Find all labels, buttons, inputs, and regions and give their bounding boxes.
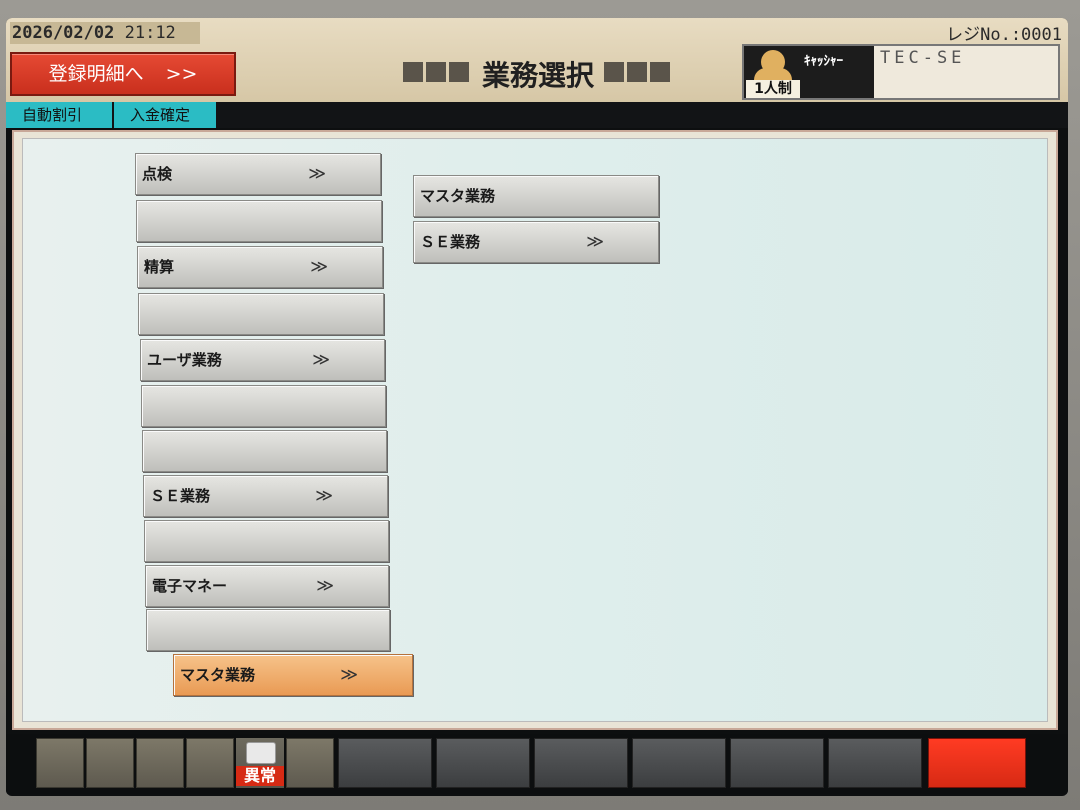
menu-e-money-button[interactable]: 電子マネー ≫ [145,565,389,607]
page-title-area: 業務選択 [378,54,698,94]
menu-empty-button[interactable] [136,200,382,242]
cashier-label: ｷｬｯｼｬｰ [802,46,874,98]
menu-area: 点検 ≫ 精算 ≫ ユーザ業務 ≫ ＳＥ業務 ≫ 電子マネー ≫ マスタ業務 ≫… [22,138,1048,722]
register-number: レジNo.:0001 [946,25,1062,45]
menu-label: 電子マネー [152,577,228,595]
menu-user-tasks-button[interactable]: ユーザ業務 ≫ [140,339,385,381]
title-decoration-right [604,62,673,86]
status-slot [86,738,134,788]
double-chevron-right-icon: ≫ [308,164,326,184]
menu-label: マスタ業務 [420,187,496,205]
submenu-master-tasks-button[interactable]: マスタ業務 [413,175,659,217]
cashier-panel: 1人制 ｷｬｯｼｬｰ TEC-SE [742,44,1060,100]
status-slot [136,738,184,788]
double-chevron-right-icon: ≫ [312,350,330,370]
content-frame: 点検 ≫ 精算 ≫ ユーザ業務 ≫ ＳＥ業務 ≫ 電子マネー ≫ マスタ業務 ≫… [12,130,1058,730]
menu-empty-button[interactable] [141,385,386,427]
time-text: 21:12 [124,23,176,43]
menu-se-tasks-button[interactable]: ＳＥ業務 ≫ [143,475,388,517]
status-slot [186,738,234,788]
function-key-4[interactable] [632,738,726,788]
menu-empty-button[interactable] [142,430,387,472]
function-key-5[interactable] [730,738,824,788]
function-tab-strip: 自動割引 入金確定 [6,102,1068,128]
double-chevron-right-icon: ≫ [340,665,358,685]
register-detail-button[interactable]: 登録明細へ >> [10,52,236,96]
pos-screen: 2026/02/02 21:12 登録明細へ >> 業務選択 レジNo.:000… [6,18,1068,796]
double-chevron-right-icon: >> [165,63,198,85]
red-function-key[interactable] [928,738,1026,788]
menu-label: ユーザ業務 [147,351,222,369]
submenu-se-tasks-button[interactable]: ＳＥ業務 ≫ [413,221,659,263]
register-detail-label: 登録明細へ [48,63,144,85]
menu-label: ＳＥ業務 [420,233,481,251]
tab-label: 自動割引 [22,106,83,124]
datetime-display: 2026/02/02 21:12 [10,22,200,44]
double-chevron-right-icon: ≫ [586,232,604,252]
function-key-2[interactable] [436,738,530,788]
menu-label: 点検 [142,165,173,183]
menu-settlement-button[interactable]: 精算 ≫ [137,246,383,288]
menu-empty-button[interactable] [144,520,389,562]
menu-empty-button[interactable] [146,609,390,651]
selected-master-tasks-button[interactable]: マスタ業務 ≫ [173,654,413,696]
function-key-1[interactable] [338,738,432,788]
tab-auto-discount[interactable]: 自動割引 [6,102,112,128]
cashier-mode: 1人制 [746,80,800,98]
menu-empty-button[interactable] [138,293,384,335]
cashier-name: TEC-SE [880,48,966,68]
alarm-label: 異常 [236,766,284,786]
menu-label: 精算 [144,258,175,276]
double-chevron-right-icon: ≫ [310,257,328,277]
cashier-person-icon: 1人制 [744,46,802,98]
header-bar: 2026/02/02 21:12 登録明細へ >> 業務選択 レジNo.:000… [6,18,1068,102]
function-key-3[interactable] [534,738,628,788]
double-chevron-right-icon: ≫ [316,576,334,596]
function-key-6[interactable] [828,738,922,788]
date-text: 2026/02/02 [12,23,115,43]
double-chevron-right-icon: ≫ [315,486,333,506]
menu-inspection-button[interactable]: 点検 ≫ [135,153,381,195]
menu-label: ＳＥ業務 [150,487,211,505]
status-slot [286,738,334,788]
title-decoration-left [402,62,472,86]
tab-deposit-confirm[interactable]: 入金確定 [114,102,216,128]
bottom-function-bar: 異常 [6,734,1068,794]
printer-alarm-indicator[interactable]: 異常 [236,738,284,788]
tab-label: 入金確定 [130,106,191,124]
menu-label: マスタ業務 [180,666,256,684]
status-slot [36,738,84,788]
printer-icon [246,742,276,764]
page-title: 業務選択 [481,59,594,92]
